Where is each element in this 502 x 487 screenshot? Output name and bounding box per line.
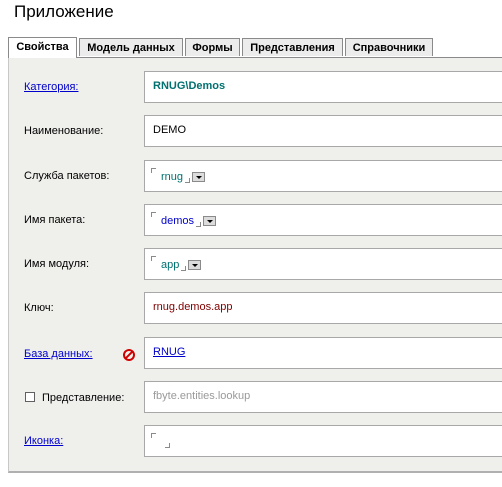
- view-value: fbyte.entities.lookup: [153, 390, 251, 402]
- window-title: Приложение: [14, 2, 114, 21]
- view-field[interactable]: fbyte.entities.lookup: [144, 381, 502, 413]
- resize-handle-icon: [165, 443, 170, 448]
- tab-properties[interactable]: Свойства: [8, 37, 77, 58]
- icon-field: [144, 425, 502, 457]
- chevron-down-icon[interactable]: [188, 260, 201, 270]
- package-name-label: Имя пакета:: [24, 214, 86, 226]
- resize-handle-icon: [185, 178, 190, 183]
- database-field: RNUG: [144, 337, 502, 369]
- category-value: RNUG\Demos: [153, 80, 226, 92]
- key-label: Ключ:: [24, 302, 54, 314]
- chevron-down-icon[interactable]: [203, 216, 216, 226]
- package-service-field: rnug: [144, 160, 502, 192]
- corner-marker-icon: [151, 433, 156, 438]
- resize-handle-icon: [181, 266, 186, 271]
- category-field[interactable]: RNUG\Demos: [144, 71, 502, 103]
- module-name-value: app: [161, 259, 180, 271]
- name-value: DEMO: [153, 124, 186, 136]
- name-label: Наименование:: [24, 125, 104, 137]
- tab-views[interactable]: Представления: [242, 38, 343, 56]
- name-field[interactable]: DEMO: [144, 115, 502, 147]
- view-label: Представление:: [42, 392, 125, 404]
- corner-marker-icon: [151, 212, 156, 217]
- package-service-label: Служба пакетов:: [24, 170, 110, 182]
- module-name-field: app: [144, 248, 502, 280]
- icon-label[interactable]: Иконка:: [24, 435, 63, 447]
- key-value: rnug.demos.app: [153, 301, 233, 313]
- tab-reference-books[interactable]: Справочники: [345, 38, 433, 56]
- package-service-value: rnug: [161, 171, 184, 183]
- chevron-down-icon[interactable]: [192, 172, 205, 182]
- module-name-label: Имя модуля:: [24, 258, 90, 270]
- package-name-value: demos: [161, 215, 195, 227]
- resize-handle-icon: [196, 222, 201, 227]
- key-field[interactable]: rnug.demos.app: [144, 292, 502, 324]
- view-checkbox[interactable]: [25, 392, 35, 402]
- tab-data-model[interactable]: Модель данных: [79, 38, 183, 56]
- no-entry-icon: [123, 349, 135, 361]
- package-name-field: demos: [144, 204, 502, 236]
- database-label[interactable]: База данных:: [24, 348, 93, 360]
- category-label[interactable]: Категория:: [24, 81, 78, 93]
- database-value[interactable]: RNUG: [153, 346, 185, 358]
- corner-marker-icon: [151, 256, 156, 261]
- tab-forms[interactable]: Формы: [185, 38, 240, 56]
- corner-marker-icon: [151, 168, 156, 173]
